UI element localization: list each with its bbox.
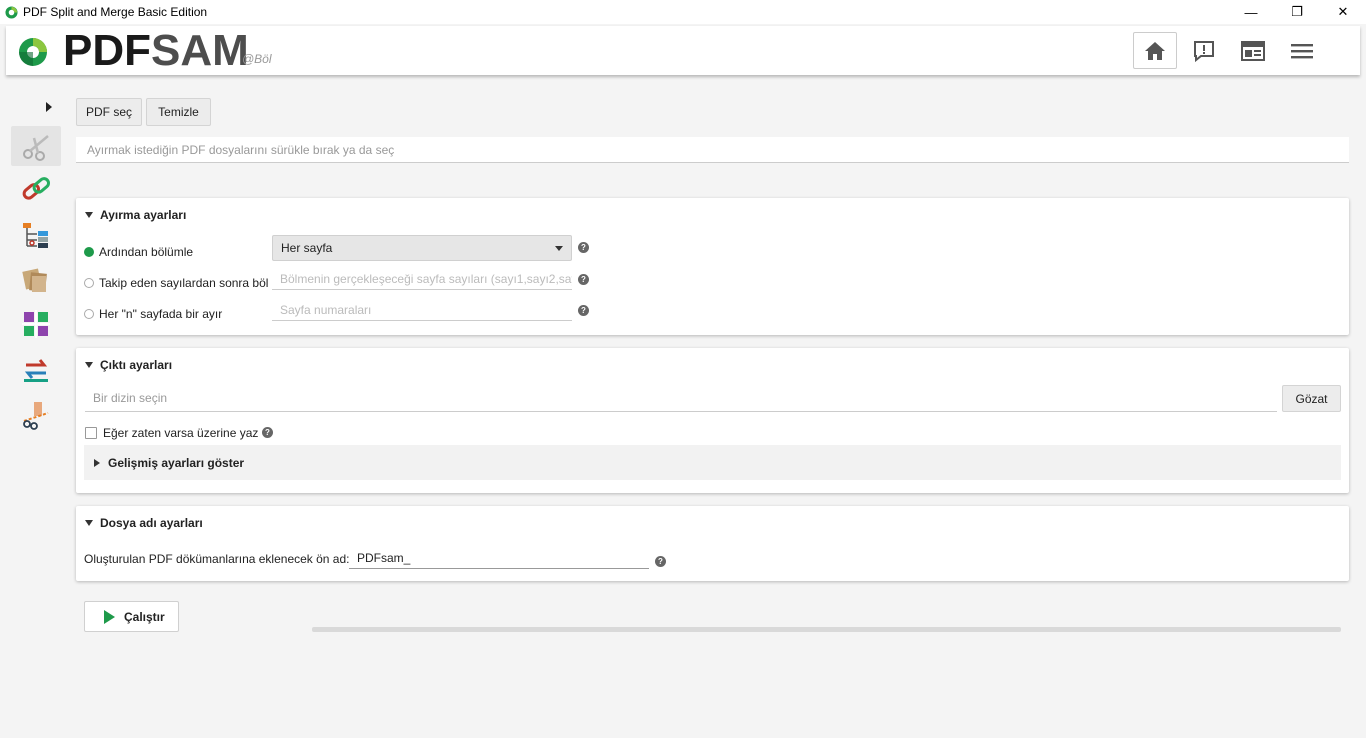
module-tag: @Böl: [242, 52, 272, 66]
radio-indicator: [84, 309, 94, 319]
advanced-settings-toggle[interactable]: Gelişmiş ayarları göster: [84, 445, 1341, 480]
page-numbers-field[interactable]: Bölmenin gerçekleşeceği sayfa sayıları (…: [272, 268, 572, 290]
split-mode-select[interactable]: Her sayfa: [272, 235, 572, 261]
advanced-settings-label: Gelişmiş ayarları göster: [108, 455, 245, 470]
radio-split-after-pages[interactable]: Takip eden sayılardan sonra böl: [84, 276, 268, 290]
feedback-button[interactable]: [1182, 32, 1226, 69]
sidebar-expand-icon[interactable]: [44, 101, 54, 113]
expand-icon: [94, 458, 100, 467]
output-settings-header[interactable]: Çıktı ayarları: [85, 358, 172, 372]
overwrite-label: Eğer zaten varsa üzerine yaz: [103, 426, 259, 440]
radio-split-after[interactable]: Ardından bölümle: [84, 245, 193, 259]
clear-button[interactable]: Temizle: [146, 98, 211, 126]
play-icon: [104, 609, 115, 624]
app-icon: [5, 5, 18, 19]
split-settings-header[interactable]: Ayırma ayarları: [85, 208, 186, 222]
every-n-field[interactable]: Sayfa numaraları: [272, 299, 572, 321]
tool-merge[interactable]: [11, 169, 61, 209]
window-titlebar: PDF Split and Merge Basic Edition — ❐ ✕: [0, 0, 1366, 24]
help-icon[interactable]: ?: [262, 427, 273, 438]
split-settings-title: Ayırma ayarları: [100, 208, 187, 222]
radio-split-every-n[interactable]: Her "n" sayfada bir ayır: [84, 307, 222, 321]
tool-split-by-size[interactable]: [11, 395, 61, 435]
overwrite-checkbox[interactable]: [85, 427, 97, 439]
pdf-drop-field[interactable]: Ayırmak istediğin PDF dosyalarını sürükl…: [76, 137, 1349, 163]
logo-pdf: PDF: [63, 26, 151, 75]
home-icon: [1145, 41, 1165, 60]
alternate-mix-icon: [22, 310, 50, 338]
run-button[interactable]: Çalıştır: [84, 601, 179, 632]
split-mode-value: Her sayfa: [281, 241, 333, 255]
collapse-icon: [85, 212, 93, 218]
collapse-icon: [85, 520, 93, 526]
close-button[interactable]: ✕: [1320, 0, 1366, 24]
home-button[interactable]: [1133, 32, 1177, 69]
run-label: Çalıştır: [124, 609, 165, 624]
pdfsam-logo-text: PDFSAM: [63, 28, 249, 74]
menu-button[interactable]: [1280, 32, 1324, 69]
pdfsam-logo-icon: [19, 38, 47, 66]
split-by-bookmarks-icon: [23, 223, 48, 248]
chevron-down-icon: [555, 246, 563, 251]
rotate-icon: [24, 359, 48, 382]
app-header: PDFSAM @Böl: [6, 26, 1360, 75]
radio-indicator: [84, 247, 94, 257]
feedback-icon: [1194, 40, 1214, 62]
collapse-icon: [85, 362, 93, 368]
help-icon[interactable]: ?: [655, 556, 666, 567]
tool-extract[interactable]: [11, 260, 61, 300]
radio-split-after-label: Ardından bölümle: [99, 245, 194, 259]
split-by-size-icon: [23, 402, 49, 430]
tool-split-by-bookmarks[interactable]: [11, 215, 61, 255]
help-icon[interactable]: ?: [578, 274, 589, 285]
browse-button[interactable]: Gözat: [1282, 385, 1341, 412]
split-settings-panel: Ayırma ayarları Ardından bölümle Her say…: [76, 198, 1349, 335]
split-icon: [23, 135, 49, 161]
help-icon[interactable]: ?: [578, 242, 589, 253]
select-pdf-button[interactable]: PDF seç: [76, 98, 142, 126]
extract-icon: [22, 268, 47, 292]
tool-rotate[interactable]: [11, 349, 61, 389]
logo-sam: SAM: [151, 26, 249, 75]
help-icon[interactable]: ?: [578, 305, 589, 316]
radio-split-every-n-label: Her "n" sayfada bir ayır: [99, 307, 223, 321]
radio-indicator: [84, 278, 94, 288]
prefix-label: Oluşturulan PDF dökümanlarına eklenecek …: [84, 552, 350, 566]
output-settings-panel: Çıktı ayarları Bir dizin seçin Gözat Eğe…: [76, 348, 1349, 493]
tool-alternate-mix[interactable]: [11, 304, 61, 344]
output-dir-field[interactable]: Bir dizin seçin: [85, 385, 1277, 412]
overwrite-checkbox-row[interactable]: Eğer zaten varsa üzerine yaz: [85, 426, 258, 440]
tool-split[interactable]: [11, 126, 61, 166]
menu-icon: [1291, 43, 1313, 58]
news-icon: [1241, 40, 1265, 61]
minimize-button[interactable]: —: [1228, 0, 1274, 24]
restore-button[interactable]: ❐: [1274, 0, 1320, 24]
window-title: PDF Split and Merge Basic Edition: [23, 5, 208, 19]
news-button[interactable]: [1231, 32, 1275, 69]
prefix-input[interactable]: PDFsam_: [349, 547, 649, 569]
filename-settings-header[interactable]: Dosya adı ayarları: [85, 516, 203, 530]
progress-bar: [312, 627, 1341, 632]
radio-split-after-pages-label: Takip eden sayılardan sonra böl: [99, 276, 269, 290]
filename-settings-panel: Dosya adı ayarları Oluşturulan PDF döküm…: [76, 506, 1349, 581]
output-settings-title: Çıktı ayarları: [100, 358, 173, 372]
merge-icon: [22, 177, 51, 200]
filename-settings-title: Dosya adı ayarları: [100, 516, 203, 530]
